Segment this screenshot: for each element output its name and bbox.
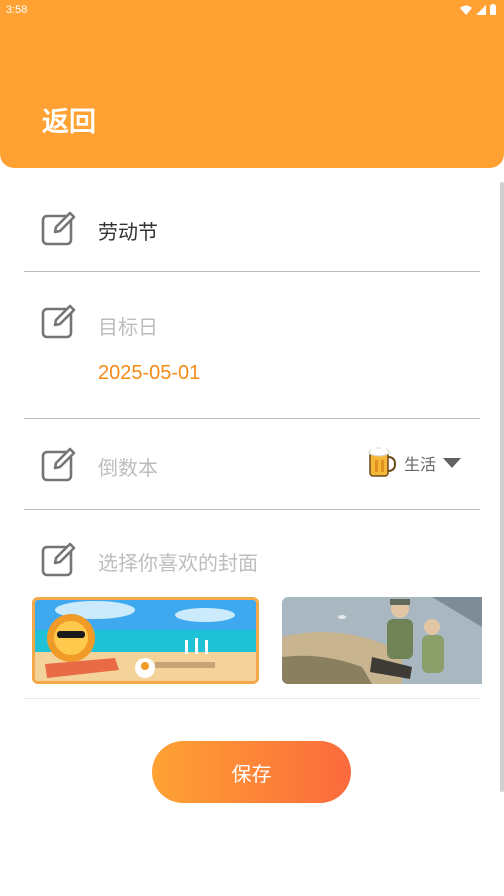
event-name-input[interactable]: 劳动节: [98, 216, 158, 245]
divider: [24, 418, 480, 419]
header-bar: 3:58 返回: [0, 0, 504, 168]
scrollbar[interactable]: [500, 182, 504, 792]
status-icons: [460, 4, 496, 15]
edit-icon: [41, 447, 76, 482]
status-time: 3:58: [6, 4, 28, 16]
back-button[interactable]: 返回: [42, 100, 96, 139]
edit-icon: [41, 542, 76, 577]
divider: [24, 509, 480, 510]
notebook-label: 倒数本: [98, 456, 158, 480]
status-bar: 3:58: [0, 0, 504, 22]
signal-icon: [476, 4, 486, 15]
edit-icon: [41, 304, 76, 339]
wifi-icon: [460, 5, 472, 15]
divider: [24, 271, 480, 272]
cover-option-couple[interactable]: [282, 597, 482, 684]
target-date-label: 目标日: [98, 315, 158, 339]
edit-icon: [41, 211, 76, 246]
dropdown-arrow-icon: [443, 458, 462, 468]
beer-mug-icon: [368, 447, 397, 477]
beach-cover-image: [35, 600, 256, 681]
target-date-value[interactable]: 2025-05-01: [98, 362, 200, 385]
category-selector[interactable]: 生活: [366, 446, 462, 480]
cover-option-beach[interactable]: [32, 597, 259, 684]
battery-icon: [490, 4, 496, 15]
save-button[interactable]: 保存: [152, 741, 351, 803]
cover-label: 选择你喜欢的封面: [98, 551, 258, 575]
couple-cover-image: [282, 597, 482, 684]
divider: [24, 698, 480, 699]
category-label: 生活: [404, 455, 437, 474]
